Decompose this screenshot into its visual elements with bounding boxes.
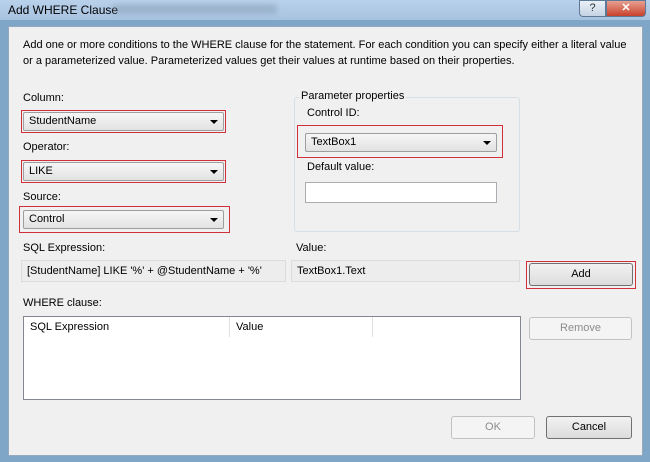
operator-label: Operator: <box>23 141 70 153</box>
chevron-down-icon <box>210 170 218 174</box>
control-id-dropdown[interactable]: TextBox1 <box>305 133 497 152</box>
source-value: Control <box>29 213 65 225</box>
default-value-label: Default value: <box>307 161 375 173</box>
chevron-down-icon <box>210 120 218 124</box>
add-button[interactable]: Add <box>529 263 633 286</box>
column-header-sql-expression[interactable]: SQL Expression <box>24 317 230 337</box>
remove-button[interactable]: Remove <box>529 317 632 340</box>
chevron-down-icon <box>210 218 218 222</box>
column-value: StudentName <box>29 115 97 127</box>
parameter-properties-title: Parameter properties <box>299 90 407 102</box>
operator-value: LIKE <box>29 165 53 177</box>
sql-expression-display: [StudentName] LIKE '%' + @StudentName + … <box>21 260 286 282</box>
column-label: Column: <box>23 92 64 104</box>
blurred-title-text <box>112 4 277 14</box>
description-text: Add one or more conditions to the WHERE … <box>23 39 627 67</box>
control-id-label: Control ID: <box>307 107 360 119</box>
column-header-filler <box>373 317 520 337</box>
source-dropdown[interactable]: Control <box>23 210 224 229</box>
title-bar: Add WHERE Clause ? ✕ <box>0 0 650 20</box>
dialog-body: Add one or more conditions to the WHERE … <box>8 26 643 456</box>
operator-dropdown[interactable]: LIKE <box>23 162 224 181</box>
value-display: TextBox1.Text <box>291 260 520 282</box>
ok-button[interactable]: OK <box>451 416 535 439</box>
where-clause-label: WHERE clause: <box>23 297 102 309</box>
sql-expression-label: SQL Expression: <box>23 242 106 254</box>
column-header-value[interactable]: Value <box>230 317 373 337</box>
chevron-down-icon <box>483 141 491 145</box>
help-button[interactable]: ? <box>579 0 606 17</box>
cancel-button[interactable]: Cancel <box>546 416 632 439</box>
close-button[interactable]: ✕ <box>606 0 646 17</box>
where-clause-list[interactable]: SQL Expression Value <box>23 316 521 400</box>
value-label: Value: <box>296 242 327 254</box>
default-value-input[interactable] <box>305 182 497 203</box>
source-label: Source: <box>23 191 61 203</box>
window-title: Add WHERE Clause <box>8 3 119 17</box>
control-id-value: TextBox1 <box>311 136 357 148</box>
column-dropdown[interactable]: StudentName <box>23 112 224 131</box>
